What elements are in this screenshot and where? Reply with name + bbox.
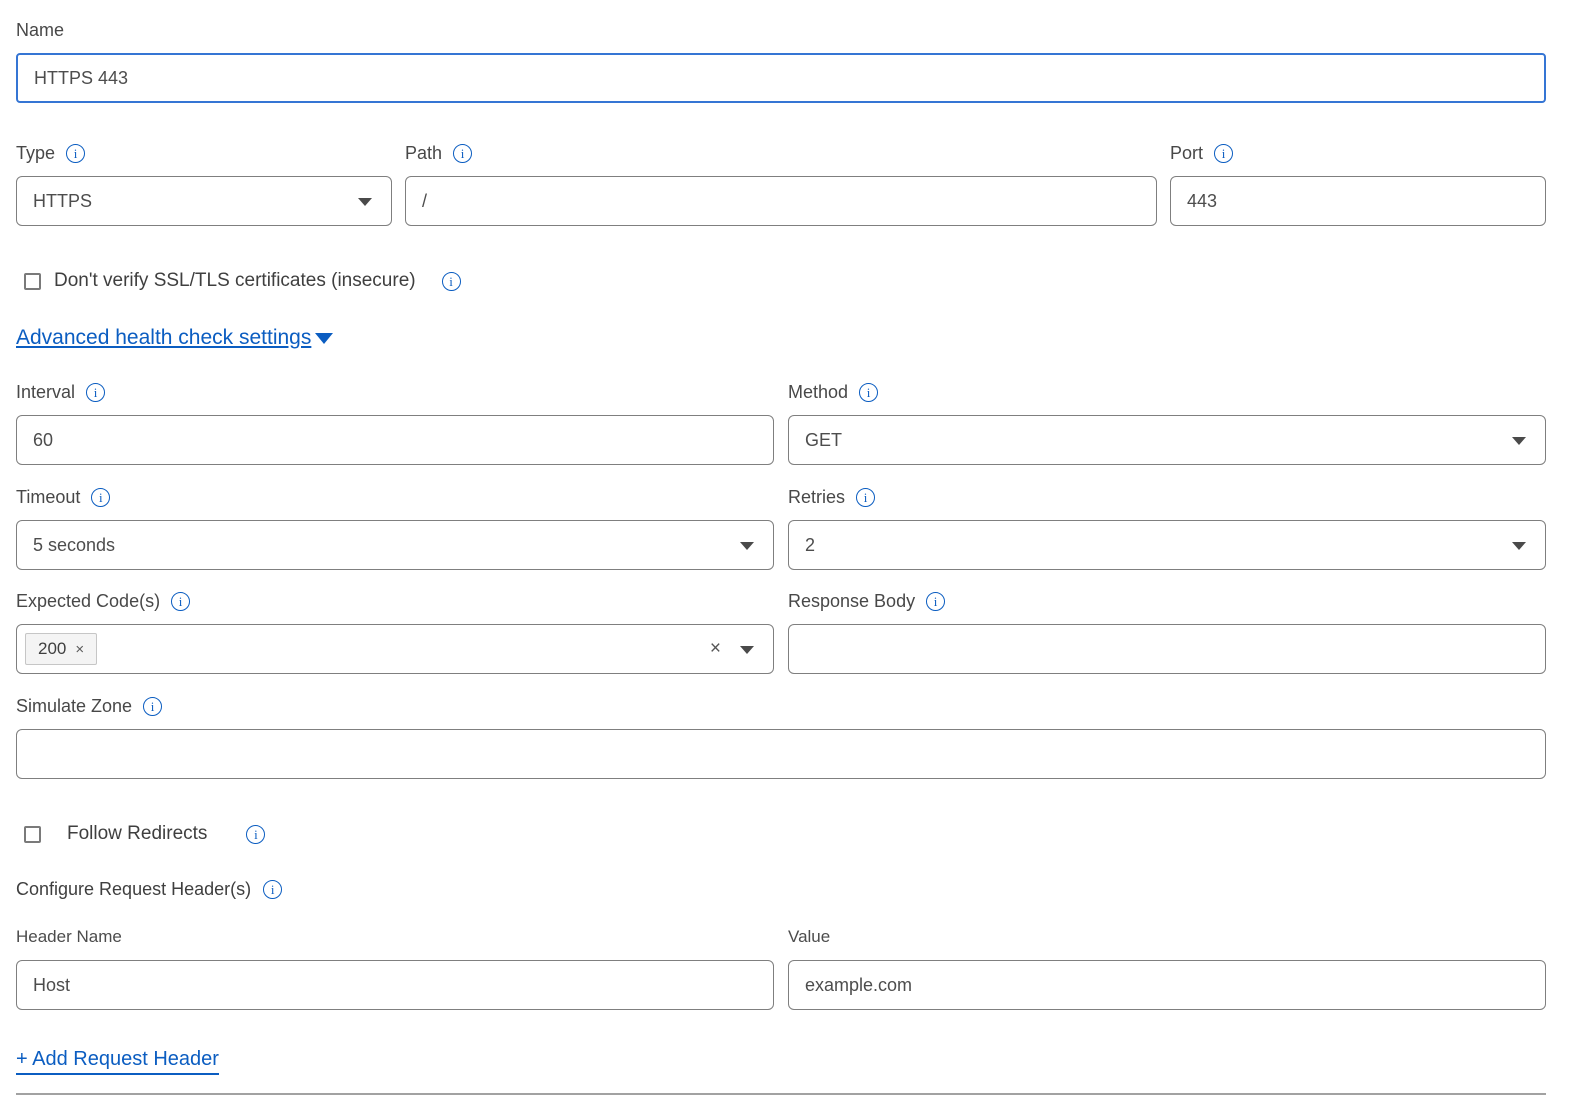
- codes-body-row: Expected Code(s) i 200 × × Response Body…: [16, 589, 1546, 674]
- response-body-label: Response Body: [788, 591, 915, 612]
- retries-label-row: Retries i: [788, 485, 1546, 509]
- response-body-field-group: Response Body i: [788, 589, 1546, 674]
- path-label-row: Path i: [405, 141, 1157, 165]
- interval-label: Interval: [16, 382, 75, 403]
- type-label-row: Type i: [16, 141, 392, 165]
- simulate-zone-label-row: Simulate Zone i: [16, 694, 1546, 718]
- port-field-group: Port i: [1170, 141, 1546, 226]
- simulate-zone-label: Simulate Zone: [16, 696, 132, 717]
- port-input[interactable]: [1170, 176, 1546, 226]
- configure-headers-label-row: Configure Request Header(s) i: [16, 879, 1546, 900]
- timeout-label-row: Timeout i: [16, 485, 774, 509]
- info-icon[interactable]: i: [453, 144, 472, 163]
- info-icon[interactable]: i: [246, 825, 265, 844]
- path-field-group: Path i: [405, 141, 1157, 226]
- clear-all-icon[interactable]: ×: [710, 638, 721, 660]
- header-value-field-group: Value: [788, 926, 1546, 1010]
- type-select-value: HTTPS: [33, 191, 92, 212]
- timeout-field-group: Timeout i 5 seconds: [16, 485, 774, 570]
- caret-down-icon: [315, 333, 333, 344]
- path-input[interactable]: [405, 176, 1157, 226]
- interval-input[interactable]: [16, 415, 774, 465]
- simulate-zone-input[interactable]: [16, 729, 1546, 779]
- name-field-group: Name: [16, 18, 1546, 103]
- type-path-port-row: Type i HTTPS Path i Port i: [16, 141, 1546, 226]
- info-icon[interactable]: i: [856, 488, 875, 507]
- header-value-label: Value: [788, 926, 1546, 948]
- interval-field-group: Interval i: [16, 380, 774, 465]
- simulate-zone-field-group: Simulate Zone i: [16, 694, 1546, 779]
- response-body-label-row: Response Body i: [788, 589, 1546, 613]
- advanced-settings-row: Advanced health check settings: [16, 326, 1546, 350]
- info-icon[interactable]: i: [66, 144, 85, 163]
- remove-tag-icon[interactable]: ×: [75, 641, 84, 658]
- info-icon[interactable]: i: [926, 592, 945, 611]
- interval-label-row: Interval i: [16, 380, 774, 404]
- info-icon[interactable]: i: [263, 880, 282, 899]
- expected-codes-multiselect[interactable]: 200 × ×: [16, 624, 774, 674]
- add-request-header-link[interactable]: + Add Request Header: [16, 1048, 219, 1075]
- info-icon[interactable]: i: [86, 383, 105, 402]
- header-name-label: Header Name: [16, 926, 774, 948]
- type-label: Type: [16, 143, 55, 164]
- info-icon[interactable]: i: [171, 592, 190, 611]
- chevron-down-icon: [740, 542, 754, 550]
- advanced-settings-link-label: Advanced health check settings: [16, 326, 311, 350]
- info-icon[interactable]: i: [143, 697, 162, 716]
- info-icon[interactable]: i: [1214, 144, 1233, 163]
- info-icon[interactable]: i: [91, 488, 110, 507]
- health-check-form: Name Type i HTTPS Path i Port i: [16, 0, 1546, 1095]
- advanced-settings-link[interactable]: Advanced health check settings: [16, 326, 333, 350]
- expected-codes-field-group: Expected Code(s) i 200 × ×: [16, 589, 774, 674]
- name-input[interactable]: [16, 53, 1546, 103]
- section-divider: [16, 1093, 1546, 1095]
- info-icon[interactable]: i: [859, 383, 878, 402]
- retries-label: Retries: [788, 487, 845, 508]
- chevron-down-icon: [740, 646, 754, 654]
- method-select-value: GET: [805, 430, 842, 451]
- follow-redirects-checkbox[interactable]: [24, 826, 41, 843]
- follow-redirects-label: Follow Redirects: [67, 823, 207, 845]
- code-tag-value: 200: [38, 639, 66, 659]
- response-body-input[interactable]: [788, 624, 1546, 674]
- header-name-value-row: Header Name Value: [16, 926, 1546, 1010]
- retries-select[interactable]: 2: [788, 520, 1546, 570]
- path-label: Path: [405, 143, 442, 164]
- type-field-group: Type i HTTPS: [16, 141, 392, 226]
- follow-redirects-checkbox-row: Follow Redirects i: [24, 823, 1546, 845]
- add-header-row: + Add Request Header: [16, 1048, 1546, 1071]
- verify-ssl-label: Don't verify SSL/TLS certificates (insec…: [54, 270, 416, 292]
- configure-headers-row: Configure Request Header(s) i: [16, 879, 1546, 900]
- verify-ssl-checkbox-row: Don't verify SSL/TLS certificates (insec…: [24, 270, 1546, 292]
- expected-codes-label: Expected Code(s): [16, 591, 160, 612]
- timeout-select[interactable]: 5 seconds: [16, 520, 774, 570]
- method-field-group: Method i GET: [788, 380, 1546, 465]
- name-label: Name: [16, 18, 1546, 42]
- retries-field-group: Retries i 2: [788, 485, 1546, 570]
- type-select[interactable]: HTTPS: [16, 176, 392, 226]
- method-select[interactable]: GET: [788, 415, 1546, 465]
- header-value-input[interactable]: [788, 960, 1546, 1010]
- method-label: Method: [788, 382, 848, 403]
- header-name-field-group: Header Name: [16, 926, 774, 1010]
- chevron-down-icon: [358, 198, 372, 206]
- header-name-input[interactable]: [16, 960, 774, 1010]
- info-icon[interactable]: i: [442, 272, 461, 291]
- timeout-label: Timeout: [16, 487, 80, 508]
- chevron-down-icon: [1512, 542, 1526, 550]
- expected-codes-label-row: Expected Code(s) i: [16, 589, 774, 613]
- timeout-retries-row: Timeout i 5 seconds Retries i 2: [16, 485, 1546, 570]
- port-label-row: Port i: [1170, 141, 1546, 165]
- configure-headers-label: Configure Request Header(s): [16, 879, 251, 900]
- interval-method-row: Interval i Method i GET: [16, 380, 1546, 465]
- verify-ssl-checkbox[interactable]: [24, 273, 41, 290]
- timeout-select-value: 5 seconds: [33, 535, 115, 556]
- code-tag: 200 ×: [25, 633, 97, 665]
- port-label: Port: [1170, 143, 1203, 164]
- chevron-down-icon: [1512, 437, 1526, 445]
- retries-select-value: 2: [805, 535, 815, 556]
- method-label-row: Method i: [788, 380, 1546, 404]
